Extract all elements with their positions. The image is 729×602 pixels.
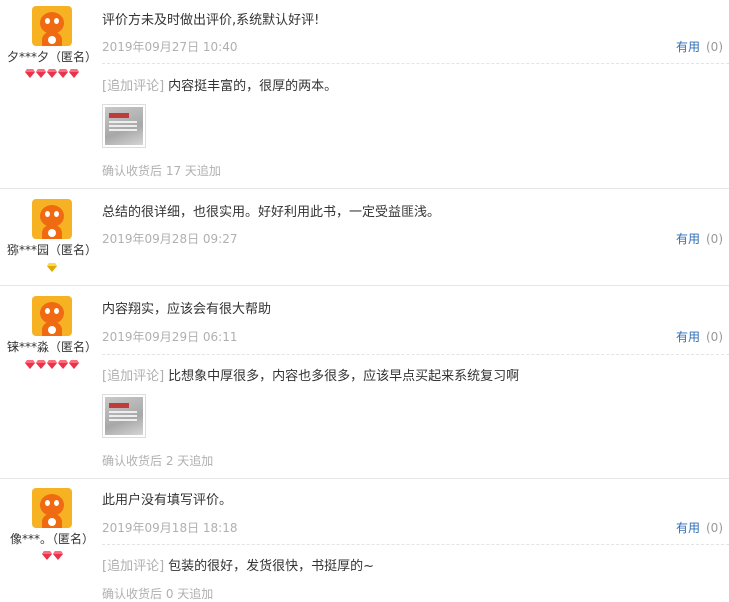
gem-icon <box>52 551 63 560</box>
useful-button[interactable]: 有用 (0) <box>676 38 723 55</box>
review-item: 夕***夕（匿名） 评价方未及时做出评价,系统默认好评! 2019年09月27日… <box>0 0 729 188</box>
extra-comment-timing: 确认收货后 0 天追加 <box>102 587 214 601</box>
extra-comment: [追加评论] 内容挺丰富的，很厚的两本。 <box>102 75 337 94</box>
avatar[interactable] <box>32 199 72 239</box>
review-item: 像***。（匿名） 此用户没有填写评价。 2019年09月18日 18:18 有… <box>0 479 729 601</box>
username: 猕***园（匿名） <box>6 243 97 257</box>
useful-button[interactable]: 有用 (0) <box>676 230 723 247</box>
gem-icon <box>25 360 35 369</box>
gem-icon <box>69 360 79 369</box>
gem-icon <box>69 69 79 78</box>
gem-icon <box>36 69 46 78</box>
avatar[interactable] <box>32 488 72 528</box>
useful-label: 有用 <box>675 330 700 344</box>
useful-label: 有用 <box>675 521 700 535</box>
extra-comment-tag: [追加评论] <box>102 369 165 384</box>
gem-icon <box>47 263 57 272</box>
avatar[interactable] <box>32 296 72 336</box>
useful-button[interactable]: 有用 (0) <box>676 519 723 536</box>
extra-comment: [追加评论] 包装的很好，发货很快，书挺厚的~ <box>102 555 374 574</box>
gem-icon <box>41 551 52 560</box>
divider <box>102 63 729 64</box>
extra-comment-timing: 确认收货后 17 天追加 <box>102 164 221 178</box>
extra-comment-text: 比想象中厚很多，内容也多很多，应该早点买起来系统复习啊 <box>168 369 520 384</box>
extra-comment-timing: 确认收货后 2 天追加 <box>102 454 214 468</box>
review-text: 评价方未及时做出评价,系统默认好评! <box>102 13 320 28</box>
gem-icon <box>47 69 57 78</box>
user-level-badges <box>0 551 104 560</box>
review-date: 2019年09月28日 09:27 <box>102 232 238 246</box>
user-level-badges <box>0 69 104 78</box>
username: 铼***淼（匿名） <box>6 340 97 354</box>
review-date: 2019年09月18日 18:18 <box>102 521 238 535</box>
useful-count: (0) <box>706 330 723 344</box>
user-level-badges <box>0 360 104 369</box>
review-item: 铼***淼（匿名） 内容翔实，应该会有很大帮助 2019年09月29日 06:1… <box>0 286 729 478</box>
gem-icon <box>58 69 68 78</box>
extra-comment-tag: [追加评论] <box>102 79 165 94</box>
divider <box>102 354 729 355</box>
gem-icon <box>25 69 35 78</box>
review-item: 猕***园（匿名） 总结的很详细，也很实用。好好利用此书，一定受益匪浅。 201… <box>0 189 729 284</box>
gem-icon <box>47 360 57 369</box>
review-photo-thumbnail[interactable] <box>102 104 146 148</box>
review-photo-thumbnail[interactable] <box>102 394 146 438</box>
username: 夕***夕（匿名） <box>6 50 97 64</box>
useful-count: (0) <box>706 232 723 246</box>
review-text: 内容翔实，应该会有很大帮助 <box>102 302 272 317</box>
useful-button[interactable]: 有用 (0) <box>676 328 723 345</box>
useful-label: 有用 <box>675 40 700 54</box>
divider <box>102 544 729 545</box>
review-date: 2019年09月27日 10:40 <box>102 40 238 54</box>
username: 像***。（匿名） <box>9 532 94 546</box>
avatar[interactable] <box>32 6 72 46</box>
review-date: 2019年09月29日 06:11 <box>102 330 238 344</box>
review-text: 此用户没有填写评价。 <box>102 493 233 508</box>
gem-icon <box>36 360 46 369</box>
useful-count: (0) <box>706 40 723 54</box>
user-level-badges <box>0 263 104 272</box>
gem-icon <box>58 360 68 369</box>
extra-comment-text: 内容挺丰富的，很厚的两本。 <box>168 79 338 94</box>
extra-comment-text: 包装的很好，发货很快，书挺厚的~ <box>168 559 375 574</box>
useful-count: (0) <box>706 521 723 535</box>
useful-label: 有用 <box>675 232 700 246</box>
extra-comment: [追加评论] 比想象中厚很多，内容也多很多，应该早点买起来系统复习啊 <box>102 365 519 384</box>
review-text: 总结的很详细，也很实用。好好利用此书，一定受益匪浅。 <box>102 205 441 220</box>
extra-comment-tag: [追加评论] <box>102 559 165 574</box>
